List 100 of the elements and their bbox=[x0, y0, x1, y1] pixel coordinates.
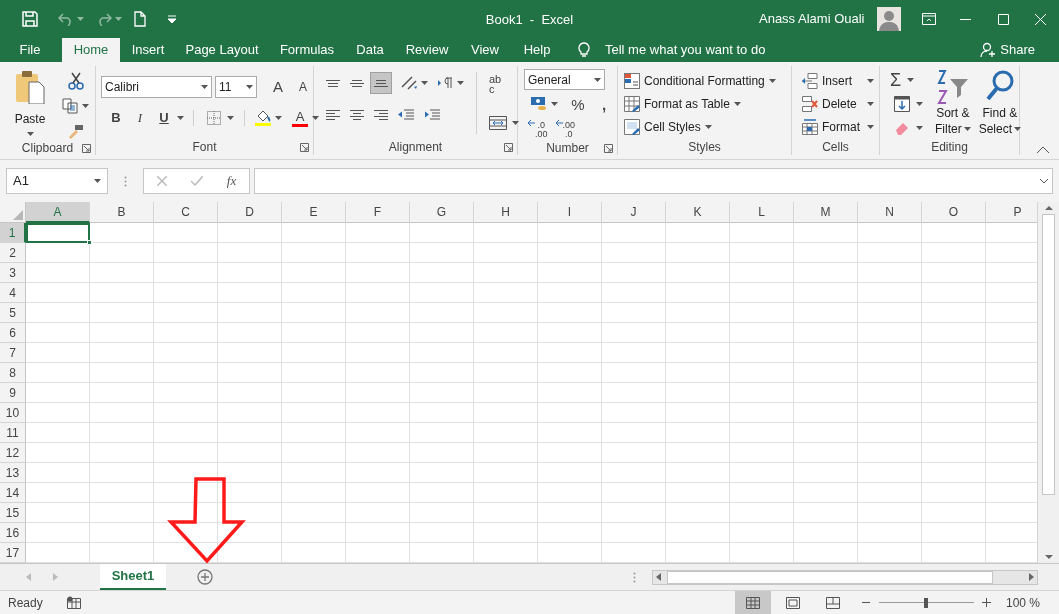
grid-cell[interactable] bbox=[410, 523, 474, 543]
grid-cell[interactable] bbox=[730, 483, 794, 503]
grid-cell[interactable] bbox=[922, 483, 986, 503]
grid-cell[interactable] bbox=[794, 383, 858, 403]
grid-cell[interactable] bbox=[282, 243, 346, 263]
grid-cell[interactable] bbox=[730, 463, 794, 483]
caret-icon[interactable] bbox=[512, 121, 519, 125]
column-header[interactable]: A bbox=[26, 202, 90, 223]
person-icon[interactable] bbox=[980, 42, 997, 58]
copy-icon[interactable] bbox=[62, 98, 78, 114]
grid-cell[interactable] bbox=[730, 503, 794, 523]
grid-cell[interactable] bbox=[922, 463, 986, 483]
grid-cell[interactable] bbox=[26, 363, 90, 383]
grid-cell[interactable] bbox=[730, 443, 794, 463]
grid-cell[interactable] bbox=[282, 403, 346, 423]
grid-cell[interactable] bbox=[730, 243, 794, 263]
dialog-launcher-icon[interactable] bbox=[504, 143, 513, 152]
grid-cell[interactable] bbox=[922, 223, 986, 243]
grid-cell[interactable] bbox=[666, 383, 730, 403]
font-name-field[interactable]: Calibri bbox=[101, 76, 212, 98]
insert-function-button[interactable]: fx bbox=[221, 171, 242, 191]
clipboard-icon[interactable] bbox=[14, 70, 46, 104]
caret-icon[interactable] bbox=[733, 102, 741, 106]
grid-cell[interactable] bbox=[218, 223, 282, 243]
grid-cell[interactable] bbox=[218, 243, 282, 263]
active-cell[interactable] bbox=[26, 223, 90, 243]
grid-cell[interactable] bbox=[794, 323, 858, 343]
grid-cell[interactable] bbox=[410, 263, 474, 283]
lightbulb-icon[interactable] bbox=[578, 42, 590, 58]
new-document-icon[interactable] bbox=[134, 11, 146, 27]
row-header[interactable]: 7 bbox=[0, 343, 26, 363]
grid-cell[interactable] bbox=[602, 403, 666, 423]
caret-icon[interactable] bbox=[94, 179, 101, 183]
caret-icon[interactable] bbox=[1014, 127, 1022, 131]
comma-button[interactable]: , bbox=[594, 94, 614, 114]
grid-cell[interactable] bbox=[666, 423, 730, 443]
row-header[interactable]: 14 bbox=[0, 483, 26, 503]
scrollbar-thumb[interactable] bbox=[667, 570, 993, 584]
grid-cell[interactable] bbox=[602, 243, 666, 263]
caret-icon[interactable] bbox=[916, 126, 923, 130]
select-all-icon[interactable] bbox=[13, 210, 23, 220]
grid-cell[interactable] bbox=[858, 463, 922, 483]
row-header[interactable]: 3 bbox=[0, 263, 26, 283]
grid-cell[interactable] bbox=[410, 503, 474, 523]
grid-cell[interactable] bbox=[666, 343, 730, 363]
grid-cell[interactable] bbox=[282, 423, 346, 443]
caret-icon[interactable] bbox=[26, 132, 34, 136]
dialog-launcher-icon[interactable] bbox=[604, 144, 613, 153]
redo-icon[interactable] bbox=[96, 12, 112, 26]
grid-cell[interactable] bbox=[346, 503, 410, 523]
grid-cell[interactable] bbox=[346, 363, 410, 383]
column-header[interactable]: B bbox=[90, 202, 154, 223]
grid-cell[interactable] bbox=[26, 503, 90, 523]
grid-cell[interactable] bbox=[922, 503, 986, 523]
grid-cell[interactable] bbox=[346, 443, 410, 463]
grid-cell[interactable] bbox=[858, 283, 922, 303]
grid-cell[interactable] bbox=[794, 303, 858, 323]
caret-icon[interactable] bbox=[907, 78, 915, 82]
grid-cell[interactable] bbox=[474, 263, 538, 283]
grid-cell[interactable] bbox=[858, 323, 922, 343]
grid-cell[interactable] bbox=[730, 523, 794, 543]
ribbon-tab[interactable]: File bbox=[0, 38, 60, 62]
borders-icon[interactable] bbox=[207, 111, 221, 125]
grid-cell[interactable] bbox=[154, 343, 218, 363]
grid-cell[interactable] bbox=[922, 403, 986, 423]
grid-cell[interactable] bbox=[730, 223, 794, 243]
styles-menu-button[interactable]: Format as Table bbox=[624, 94, 776, 114]
grid-cell[interactable] bbox=[858, 523, 922, 543]
grid-cell[interactable] bbox=[90, 423, 154, 443]
grid-cell[interactable] bbox=[922, 303, 986, 323]
new-sheet-button[interactable] bbox=[197, 569, 213, 585]
grid-cell[interactable] bbox=[858, 363, 922, 383]
format-cells-icon[interactable] bbox=[802, 119, 818, 135]
grid-cell[interactable] bbox=[730, 303, 794, 323]
grid-cell[interactable] bbox=[922, 343, 986, 363]
grid-cell[interactable] bbox=[218, 383, 282, 403]
grid-cell[interactable] bbox=[730, 283, 794, 303]
grid-cell[interactable] bbox=[666, 263, 730, 283]
grid-cell[interactable] bbox=[410, 243, 474, 263]
row-header[interactable]: 16 bbox=[0, 523, 26, 543]
underline-button[interactable]: U bbox=[153, 108, 175, 128]
styles-menu-button[interactable]: Conditional Formatting bbox=[624, 71, 776, 91]
grid-cell[interactable] bbox=[858, 503, 922, 523]
grid-cell[interactable] bbox=[218, 443, 282, 463]
grid-cell[interactable] bbox=[346, 403, 410, 423]
grid-cell[interactable] bbox=[858, 263, 922, 283]
grid-cell[interactable] bbox=[730, 263, 794, 283]
grid-cell[interactable] bbox=[410, 223, 474, 243]
grid-cell[interactable] bbox=[154, 263, 218, 283]
bottom-align-button[interactable] bbox=[370, 72, 392, 94]
grid-cell[interactable] bbox=[154, 383, 218, 403]
previous-sheet-icon[interactable] bbox=[26, 573, 31, 581]
ribbon-tab[interactable]: Formulas bbox=[268, 38, 346, 62]
grid-cell[interactable] bbox=[602, 443, 666, 463]
grid-cell[interactable] bbox=[922, 263, 986, 283]
grid-cell[interactable] bbox=[922, 323, 986, 343]
paragraph-icon[interactable] bbox=[438, 77, 454, 89]
ribbon-tab[interactable]: Page Layout bbox=[176, 38, 268, 62]
table-icon[interactable] bbox=[624, 96, 640, 112]
grid-cell[interactable] bbox=[346, 343, 410, 363]
